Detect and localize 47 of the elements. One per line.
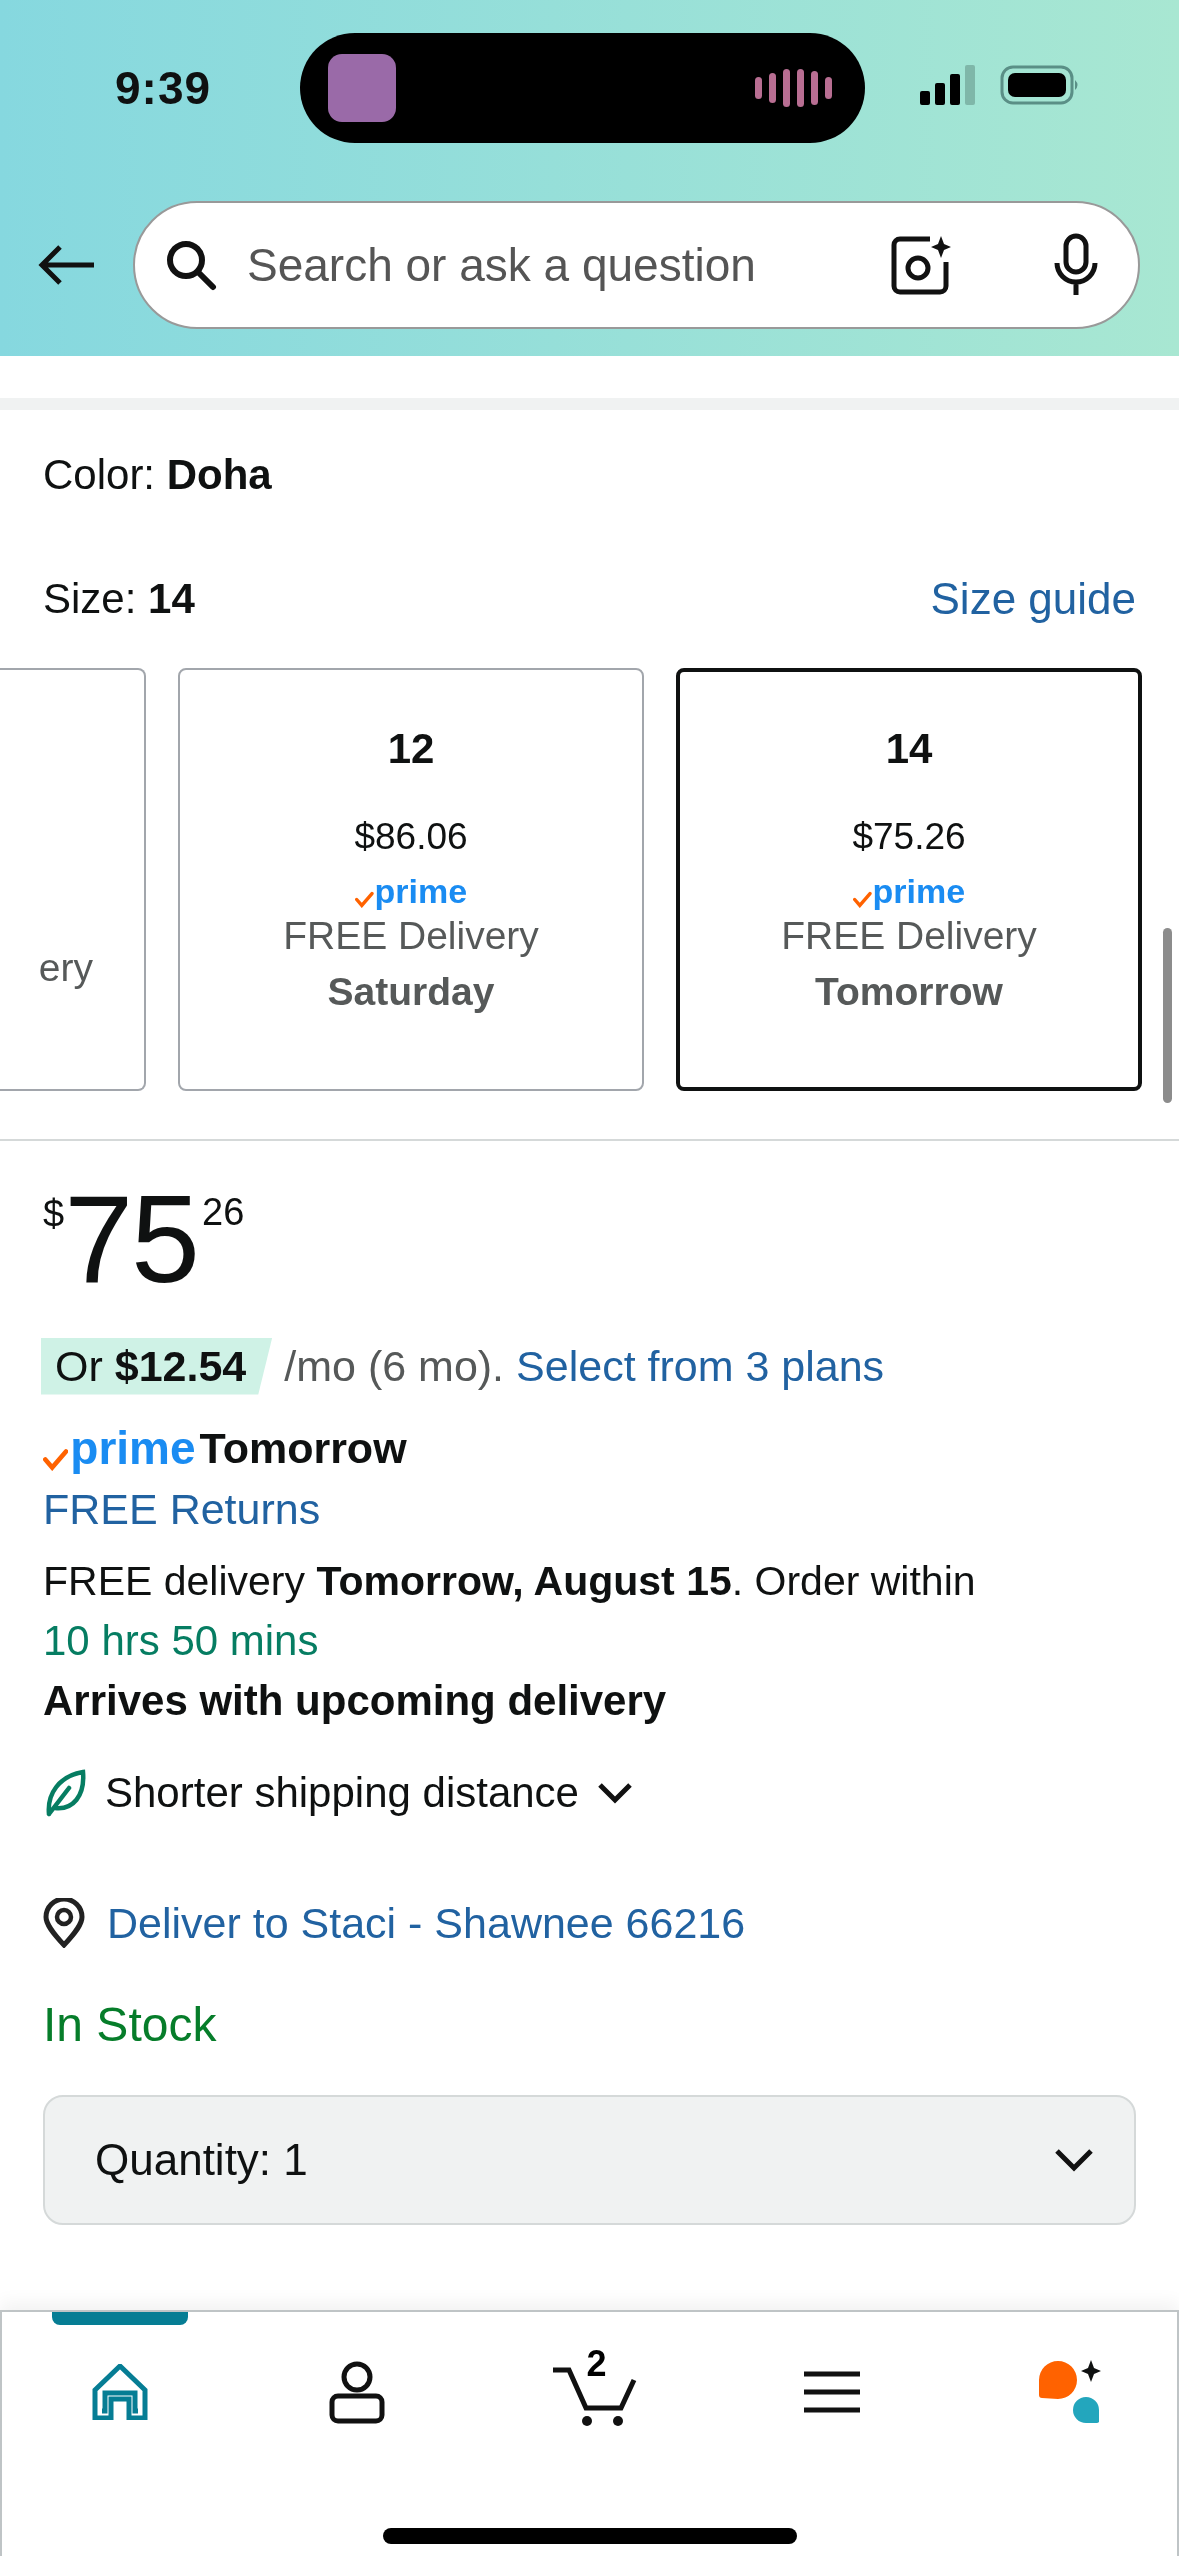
cart-count: 2 bbox=[586, 2346, 607, 2382]
prime-logo: prime bbox=[354, 868, 468, 908]
delivery-day: Saturday bbox=[327, 964, 495, 1020]
prime-logo: prime bbox=[852, 868, 966, 908]
delivery-day: Tomorrow bbox=[815, 964, 1003, 1020]
camera-icon[interactable] bbox=[890, 234, 952, 296]
delivery-text: FREE delivery Tomorrow, August 15. Order within bbox=[43, 1557, 977, 1606]
deliver-to-link[interactable]: Deliver to Staci - Shawnee 66216 bbox=[107, 1898, 746, 1948]
installment-terms: /mo (6 mo). bbox=[284, 1341, 505, 1391]
search-field[interactable]: Search or ask a question bbox=[247, 238, 860, 292]
cart-tab[interactable]: 2 bbox=[526, 2312, 663, 2462]
prime-delivery-day: Tomorrow bbox=[199, 1423, 407, 1473]
album-art-placeholder bbox=[328, 54, 396, 122]
size-option-card[interactable]: 12 $86.06 prime FREE Delivery Saturday bbox=[178, 668, 644, 1091]
color-label: Color: Doha bbox=[43, 451, 272, 499]
menu-icon bbox=[803, 2370, 860, 2414]
plans-link[interactable]: Select from 3 plans bbox=[516, 1341, 885, 1391]
quantity-dropdown[interactable]: Quantity: 1 bbox=[43, 2095, 1136, 2225]
person-icon bbox=[329, 2360, 386, 2424]
delivery-text: FREE Delivery bbox=[781, 913, 1037, 959]
free-returns-link[interactable]: FREE Returns bbox=[43, 1479, 1136, 1539]
search-bar[interactable]: Search or ask a question bbox=[133, 201, 1140, 329]
delivery-note: Arrives with upcoming delivery bbox=[43, 1676, 668, 1726]
back-arrow-icon[interactable] bbox=[38, 245, 96, 285]
sustainability-label[interactable]: Shorter shipping distance bbox=[105, 1769, 579, 1817]
option-price: $75.26 bbox=[852, 815, 966, 859]
chevron-down-icon[interactable] bbox=[596, 1782, 633, 1804]
search-icon bbox=[165, 239, 217, 291]
location-pin-icon bbox=[43, 1898, 85, 1948]
option-price: $86.06 bbox=[354, 815, 468, 859]
clock-time: 9:39 bbox=[115, 60, 213, 115]
size-option-card[interactable]: ery bbox=[0, 668, 146, 1091]
chevron-down-icon bbox=[1054, 2148, 1094, 2172]
installment-offer: Or $12.54 bbox=[41, 1337, 273, 1395]
signal-icon bbox=[920, 65, 978, 105]
stock-status: In Stock bbox=[43, 1997, 218, 2053]
size-option-card[interactable]: 14 $75.26 prime FREE Delivery Tomorrow bbox=[676, 668, 1142, 1091]
delivery-text: FREE Delivery bbox=[283, 913, 539, 959]
size-label: Size: 14 bbox=[43, 575, 195, 623]
microphone-icon[interactable] bbox=[1052, 233, 1100, 297]
size-guide-link[interactable]: Size guide bbox=[930, 574, 1136, 624]
size-value: 14 bbox=[885, 724, 933, 774]
home-icon bbox=[92, 2364, 148, 2420]
delivery-text: ery bbox=[38, 945, 93, 991]
order-countdown: 10 hrs 50 mins bbox=[43, 1616, 320, 1666]
battery-icon bbox=[1000, 65, 1080, 105]
size-value: 12 bbox=[387, 724, 435, 774]
